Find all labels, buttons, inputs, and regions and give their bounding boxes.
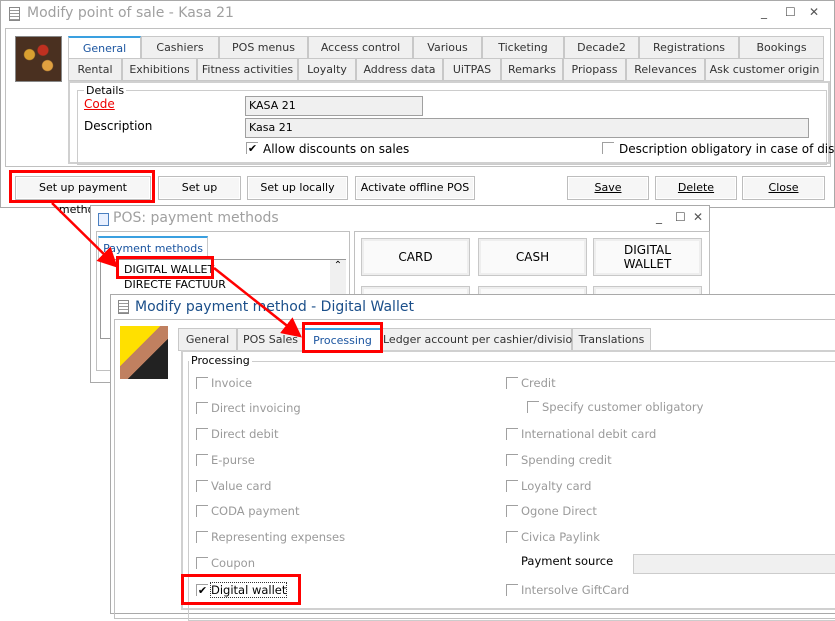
arrow-1	[51, 202, 118, 268]
arrows	[51, 202, 302, 338]
arrow-2	[213, 267, 302, 338]
